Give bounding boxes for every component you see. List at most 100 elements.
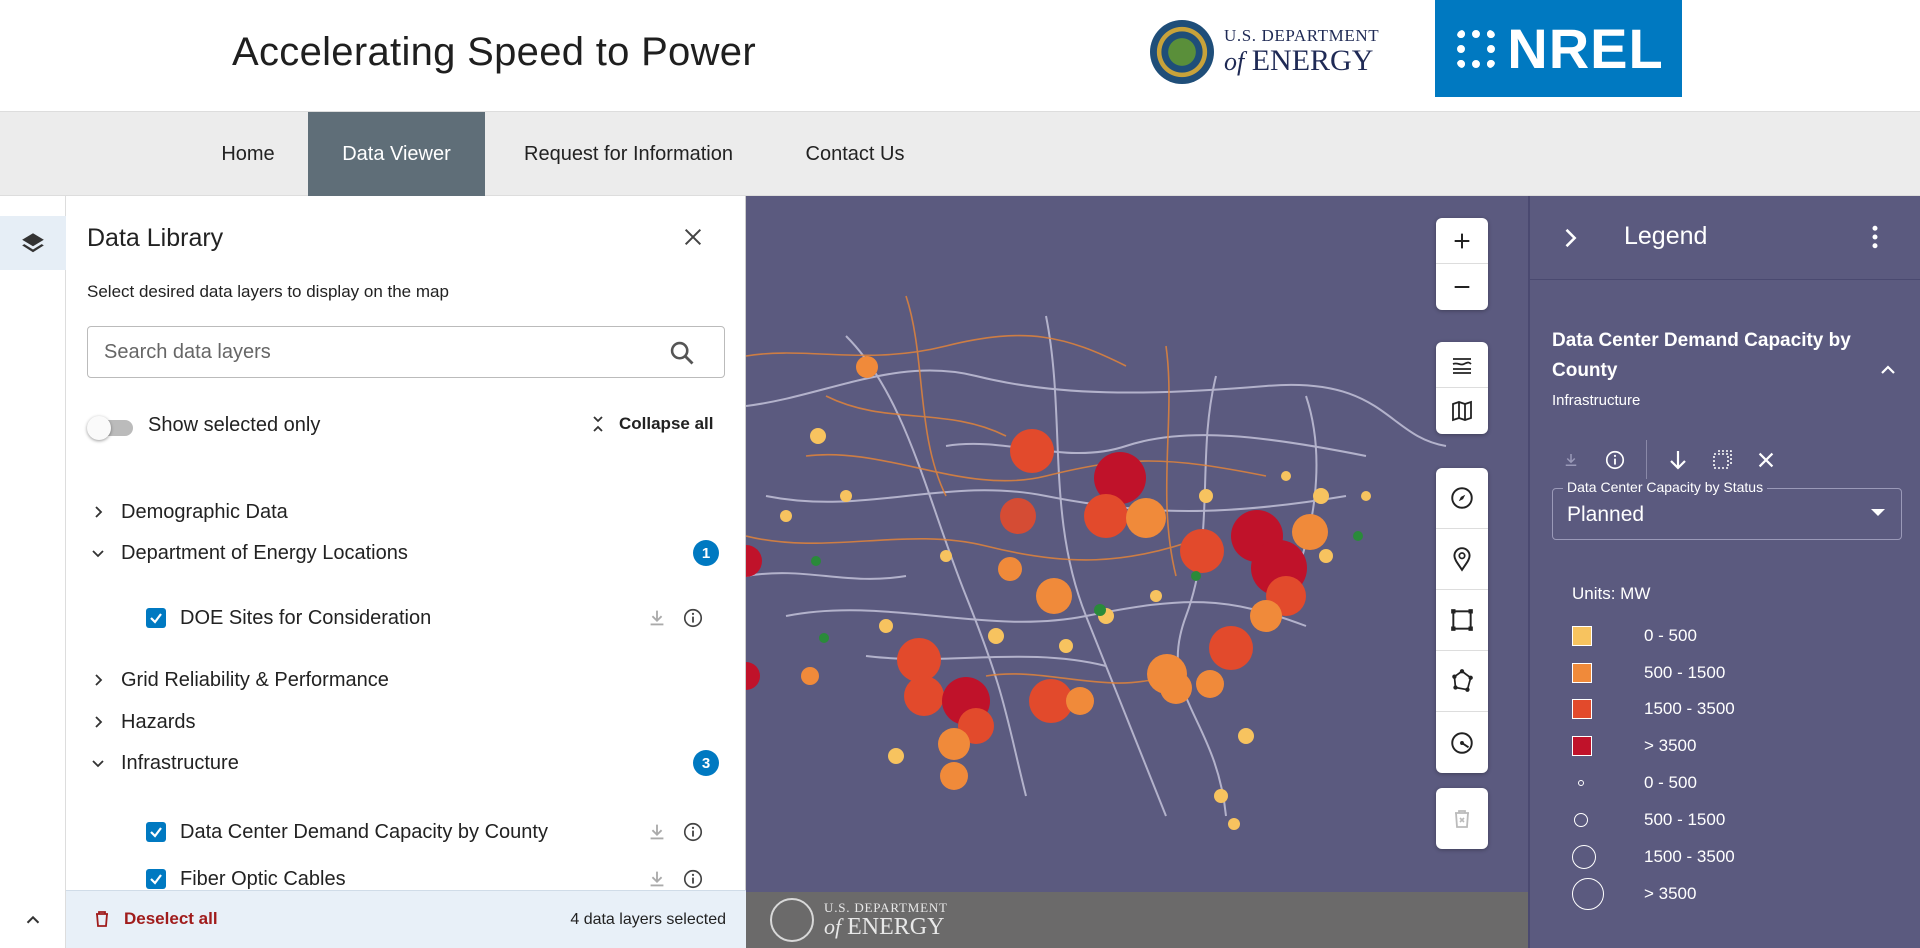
layer-doe-sites[interactable]: DOE Sites for Consideration [146,603,726,633]
legend-header: Legend [1530,196,1920,280]
legend-size-item: 1500 - 3500 [1572,842,1892,872]
move-down-icon[interactable] [1665,447,1691,473]
check-icon [150,613,162,624]
basemap-button[interactable] [1436,342,1488,388]
category-label: Grid Reliability & Performance [121,668,389,691]
show-selected-toggle[interactable] [87,414,135,442]
draw-polygon-icon [1452,669,1473,692]
info-icon[interactable] [682,868,704,890]
layers-toggle-button[interactable] [0,216,66,270]
tools-divider [1646,440,1647,480]
draw-radius-button[interactable] [1436,712,1488,773]
download-icon[interactable] [646,868,668,890]
category-label: Department of Energy Locations [121,541,408,564]
data-center-circles [746,356,1371,830]
nav-data-viewer[interactable]: Data Viewer [308,112,485,196]
nrel-logo[interactable]: NREL [1435,0,1682,97]
basemap-controls [1436,342,1488,434]
chevron-right-icon [87,711,109,733]
draw-radius-icon [1451,731,1473,754]
capacity-status-select[interactable]: Data Center Capacity by Status Planned [1552,479,1902,540]
minus-icon [1454,285,1470,289]
map-footer-doe-logo: U.S. DEPARTMENT of ENERGY [770,898,948,942]
size-circle [1574,813,1588,827]
library-footer: Deselect all 4 data layers selected [66,890,746,948]
category-infrastructure[interactable]: Infrastructure 3 [87,748,727,778]
map-footer: U.S. DEPARTMENT of ENERGY [746,892,1528,948]
chevron-down-icon [87,752,109,774]
legend-units: Units: MW [1572,584,1651,603]
caret-down-icon [1871,509,1885,516]
legend-size-item: 500 - 1500 [1572,805,1892,835]
search-icon[interactable] [668,339,696,367]
chevron-right-icon [87,669,109,691]
data-library-subtitle: Select desired data layers to display on… [87,282,449,301]
nav-contact-us[interactable]: Contact Us [790,112,920,196]
clear-drawing-button[interactable] [1436,788,1488,849]
status-select-label: Data Center Capacity by Status [1563,479,1768,495]
layer-data-center-demand[interactable]: Data Center Demand Capacity by County [146,817,726,847]
info-icon[interactable] [682,607,704,629]
download-icon[interactable] [646,821,668,843]
compass-button[interactable] [1436,468,1488,529]
data-library-panel: Data Library Select desired data layers … [66,196,746,948]
layer-checkbox[interactable] [146,608,166,628]
legend-title: Legend [1624,222,1708,250]
size-circle [1578,780,1584,786]
collapse-icon [593,416,603,432]
header: Accelerating Speed to Power U.S. DEPARTM… [0,0,1920,112]
chevron-right-icon[interactable] [1556,224,1584,252]
location-pin-button[interactable] [1436,529,1488,590]
category-grid-reliability[interactable]: Grid Reliability & Performance [87,665,727,695]
chevron-right-icon [87,501,109,523]
map-layers-button[interactable] [1436,388,1488,434]
map-footer-logo-of: of [824,913,842,939]
draw-rectangle-button[interactable] [1436,590,1488,651]
data-library-title: Data Library [87,224,224,252]
layers-icon [22,233,44,253]
size-circle [1572,878,1604,910]
collapse-all-button[interactable]: Collapse all [591,414,713,434]
doe-logo[interactable]: U.S. DEPARTMENT of ENERGY [1150,18,1400,86]
zoom-out-button[interactable] [1436,264,1488,310]
download-icon[interactable] [1558,447,1584,473]
trash-icon [96,911,108,927]
category-doe-locations[interactable]: Department of Energy Locations 1 [87,538,727,568]
legend-item-label: 0 - 500 [1644,626,1697,645]
draw-polygon-button[interactable] [1436,651,1488,712]
info-icon[interactable] [682,821,704,843]
layer-checkbox[interactable] [146,822,166,842]
category-hazards[interactable]: Hazards [87,707,727,737]
selected-layers-count: 4 data layers selected [570,911,726,928]
search-box [87,326,725,378]
location-pin-icon [1453,547,1471,572]
chevron-down-icon [87,542,109,564]
select-area-icon[interactable] [1709,447,1735,473]
layer-checkbox[interactable] [146,869,166,889]
category-demographic-data[interactable]: Demographic Data [87,497,727,527]
info-icon[interactable] [1602,447,1628,473]
chevron-up-icon[interactable] [1876,358,1900,382]
legend-item-label: 500 - 1500 [1644,663,1726,682]
nav-home[interactable]: Home [204,112,292,196]
map-canvas[interactable]: U.S. DEPARTMENT of ENERGY [746,196,1528,948]
rail-expand-button[interactable] [0,892,66,948]
legend-item-label: > 3500 [1644,884,1697,903]
close-library-button[interactable] [678,222,708,252]
download-icon[interactable] [646,607,668,629]
close-icon[interactable] [1753,447,1779,473]
show-selected-label: Show selected only [148,414,321,436]
legend-size-item: 0 - 500 [1572,768,1892,798]
legend-item-label: 1500 - 3500 [1644,847,1735,866]
nav-request-for-information[interactable]: Request for Information [505,112,752,196]
more-vertical-icon[interactable] [1860,222,1890,252]
doe-logo-of: of [1224,47,1245,76]
legend-layer-name: Data Center Demand Capacity by County [1552,330,1851,381]
search-input[interactable] [104,327,644,377]
zoom-in-button[interactable] [1436,218,1488,264]
basemap-icon [1452,357,1472,374]
doe-logo-line1: U.S. DEPARTMENT [1224,26,1380,45]
transmission-lines [746,295,1267,684]
selected-count-badge: 3 [693,750,719,776]
deselect-all-button[interactable]: Deselect all [94,909,218,929]
